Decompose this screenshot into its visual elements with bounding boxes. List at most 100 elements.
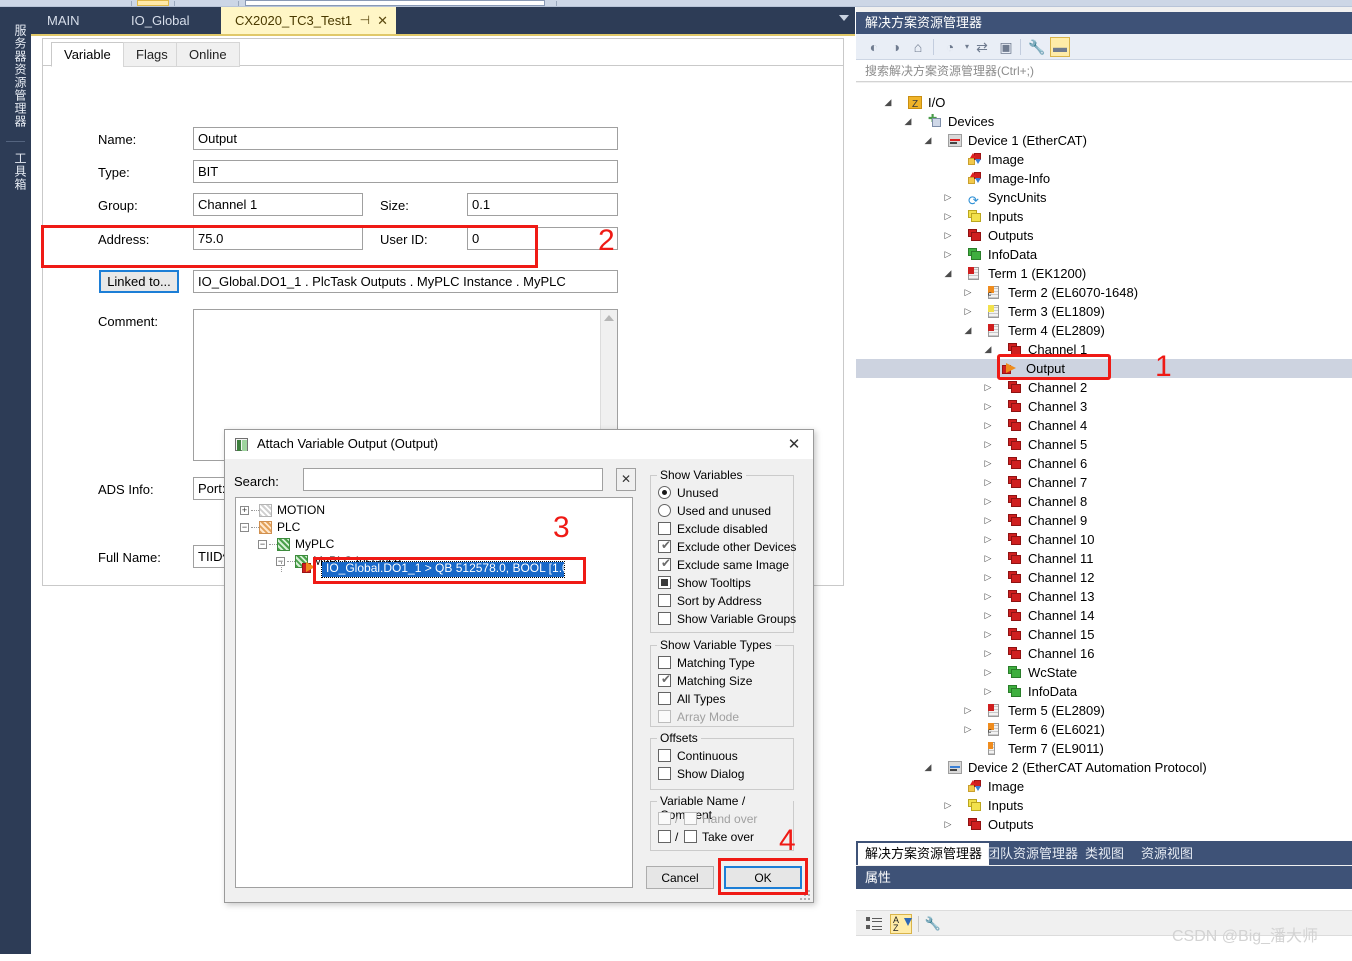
tree-item-term-5[interactable]: ▷ Term 5 (EL2809) (856, 701, 1352, 720)
tree-item-image-info[interactable]: Image-Info (856, 169, 1352, 188)
tree-item-term-1[interactable]: ◢ Term 1 (EK1200) (856, 264, 1352, 283)
tree-item-devices[interactable]: ◢ ✚ Devices (856, 112, 1352, 131)
categorized-icon[interactable] (866, 916, 883, 932)
ok-button[interactable]: OK (724, 866, 802, 889)
collapse-icon[interactable]: − (258, 540, 267, 549)
group-input[interactable] (193, 193, 363, 216)
tree-item-infodata-term4[interactable]: ▷ InfoData (856, 682, 1352, 701)
clear-search-icon[interactable]: ✕ (616, 468, 636, 491)
tree-item-channel-1[interactable]: ◢ Channel 1 (856, 340, 1352, 359)
collapsed-arrow-icon[interactable]: ▷ (962, 720, 974, 739)
linked-to-button[interactable]: Linked to... (99, 270, 179, 293)
tree-item-term-4[interactable]: ◢ Term 4 (EL2809) (856, 321, 1352, 340)
expanded-arrow-icon[interactable]: ◢ (922, 131, 934, 150)
collapsed-arrow-icon[interactable]: ▷ (982, 530, 994, 549)
tree-item-device-1[interactable]: ◢ Device 1 (EtherCAT) (856, 131, 1352, 150)
expanded-arrow-icon[interactable]: ◢ (902, 112, 914, 131)
tree-item-channel-10[interactable]: ▷ Channel 10 (856, 530, 1352, 549)
collapsed-arrow-icon[interactable]: ▷ (942, 796, 954, 815)
collapsed-arrow-icon[interactable]: ▷ (962, 283, 974, 302)
collapsed-arrow-icon[interactable]: ▷ (942, 226, 954, 245)
toolbar-highlight-button[interactable] (137, 0, 169, 6)
collapsed-arrow-icon[interactable]: ▷ (982, 492, 994, 511)
collapsed-arrow-icon[interactable]: ▷ (982, 568, 994, 587)
tree-item-outputs[interactable]: ▷ Outputs (856, 226, 1352, 245)
sidebar-tab-toolbox[interactable]: 工具箱 (2, 145, 29, 197)
toolbar-combo-input[interactable] (245, 0, 545, 6)
tree-item-term-6[interactable]: ▷ c Term 6 (EL6021) (856, 720, 1352, 739)
tree-item-wcstate[interactable]: ▷ WcState (856, 663, 1352, 682)
tree-item-channel-8[interactable]: ▷ Channel 8 (856, 492, 1352, 511)
property-pages-wrench-icon[interactable]: 🔧 (924, 915, 942, 933)
expanded-arrow-icon[interactable]: ◢ (942, 264, 954, 283)
tree-item-channel-5[interactable]: ▷ Channel 5 (856, 435, 1352, 454)
tab-variable[interactable]: Variable (51, 42, 124, 67)
tree-item-channel-3[interactable]: ▷ Channel 3 (856, 397, 1352, 416)
tab-solution-explorer[interactable]: 解决方案资源管理器 (858, 843, 990, 865)
tab-online[interactable]: Online (176, 42, 240, 67)
tree-item-infodata[interactable]: ▷ InfoData (856, 245, 1352, 264)
size-input[interactable] (467, 193, 618, 216)
tab-team-explorer[interactable]: 团队资源管理器 (980, 843, 1085, 865)
tree-item-channel-14[interactable]: ▷ Channel 14 (856, 606, 1352, 625)
collapsed-arrow-icon[interactable]: ▷ (942, 188, 954, 207)
expanded-arrow-icon[interactable]: ◢ (962, 321, 974, 340)
address-input[interactable] (193, 227, 363, 250)
collapsed-arrow-icon[interactable]: ▷ (982, 454, 994, 473)
document-tab-main[interactable]: MAIN (33, 7, 94, 34)
tree-item-channel-6[interactable]: ▷ Channel 6 (856, 454, 1352, 473)
solution-explorer-search-input[interactable]: 搜索解决方案资源管理器(Ctrl+;) (856, 60, 1352, 82)
tree-item-image[interactable]: Image (856, 150, 1352, 169)
collapsed-arrow-icon[interactable]: ▷ (982, 416, 994, 435)
tree-item-term-7[interactable]: Term 7 (EL9011) (856, 739, 1352, 758)
dialog-title-bar[interactable]: Attach Variable Output (Output) ✕ (225, 430, 813, 460)
tab-class-view[interactable]: 类视图 (1078, 843, 1131, 865)
collapsed-arrow-icon[interactable]: ▷ (982, 473, 994, 492)
tree-item-syncunits[interactable]: ▷ ⟳ SyncUnits (856, 188, 1352, 207)
collapsed-arrow-icon[interactable]: ▷ (942, 207, 954, 226)
document-tab-cx2020-tc3-test1[interactable]: CX2020_TC3_Test1 ⊣ ✕ (221, 7, 397, 34)
user-id-input[interactable] (467, 227, 618, 250)
expanded-arrow-icon[interactable]: ◢ (982, 340, 994, 359)
tree-item-inputs[interactable]: ▷ Inputs (856, 207, 1352, 226)
tree-item-term-2[interactable]: ▷ c Term 2 (EL6070-1648) (856, 283, 1352, 302)
tree-item-channel-15[interactable]: ▷ Channel 15 (856, 625, 1352, 644)
collapsed-arrow-icon[interactable]: ▷ (942, 245, 954, 264)
cancel-button[interactable]: Cancel (646, 866, 714, 889)
tree-item-output[interactable]: Output (856, 359, 1352, 378)
expand-icon[interactable]: + (240, 506, 249, 515)
refresh-icon[interactable]: ⇄ (972, 37, 992, 57)
collapsed-arrow-icon[interactable]: ▷ (982, 644, 994, 663)
name-input[interactable] (193, 127, 618, 150)
dialog-resize-handle[interactable] (800, 890, 810, 900)
collapsed-arrow-icon[interactable]: ▷ (962, 302, 974, 321)
collapsed-arrow-icon[interactable]: ▷ (982, 606, 994, 625)
tree-item-image-device2[interactable]: Image (856, 777, 1352, 796)
collapse-all-icon[interactable]: ▣ (996, 37, 1016, 57)
tab-flags[interactable]: Flags (123, 42, 181, 67)
tree-item-channel-12[interactable]: ▷ Channel 12 (856, 568, 1352, 587)
linked-to-input[interactable] (193, 270, 618, 293)
collapsed-arrow-icon[interactable]: ▷ (982, 587, 994, 606)
sidebar-tab-server-explorer[interactable]: 服务器资源管理器 (2, 13, 29, 138)
properties-wrench-icon[interactable]: 🔧 (1027, 37, 1047, 57)
tree-item-channel-11[interactable]: ▷ Channel 11 (856, 549, 1352, 568)
dialog-variable-tree[interactable]: + MOTION − PLC − MyPLC − MyPLC Instance … (235, 497, 633, 888)
tree-item-channel-7[interactable]: ▷ Channel 7 (856, 473, 1352, 492)
show-all-files-icon[interactable]: ▬ (1050, 37, 1070, 57)
collapsed-arrow-icon[interactable]: ▷ (942, 815, 954, 834)
type-input[interactable] (193, 160, 618, 183)
tree-item-channel-13[interactable]: ▷ Channel 13 (856, 587, 1352, 606)
tree-item-io[interactable]: ◢ I/O (856, 93, 1352, 114)
collapsed-arrow-icon[interactable]: ▷ (982, 511, 994, 530)
tree-item-device-2[interactable]: ◢ Device 2 (EtherCAT Automation Protocol… (856, 758, 1352, 777)
tree-item-channel-4[interactable]: ▷ Channel 4 (856, 416, 1352, 435)
pin-tab-icon[interactable]: ⊣ (360, 7, 370, 34)
expanded-arrow-icon[interactable]: ◢ (882, 93, 894, 112)
tree-item-term-3[interactable]: ▷ Term 3 (EL1809) (856, 302, 1352, 321)
document-tab-io-global[interactable]: IO_Global (117, 7, 204, 34)
chevron-down-icon[interactable] (839, 15, 849, 21)
collapsed-arrow-icon[interactable]: ▷ (982, 682, 994, 701)
dialog-tree-selected-variable[interactable]: IO_Global.DO1_1 > QB 512578.0, BOOL [1.0… (321, 561, 572, 578)
collapse-icon[interactable]: − (240, 523, 249, 532)
